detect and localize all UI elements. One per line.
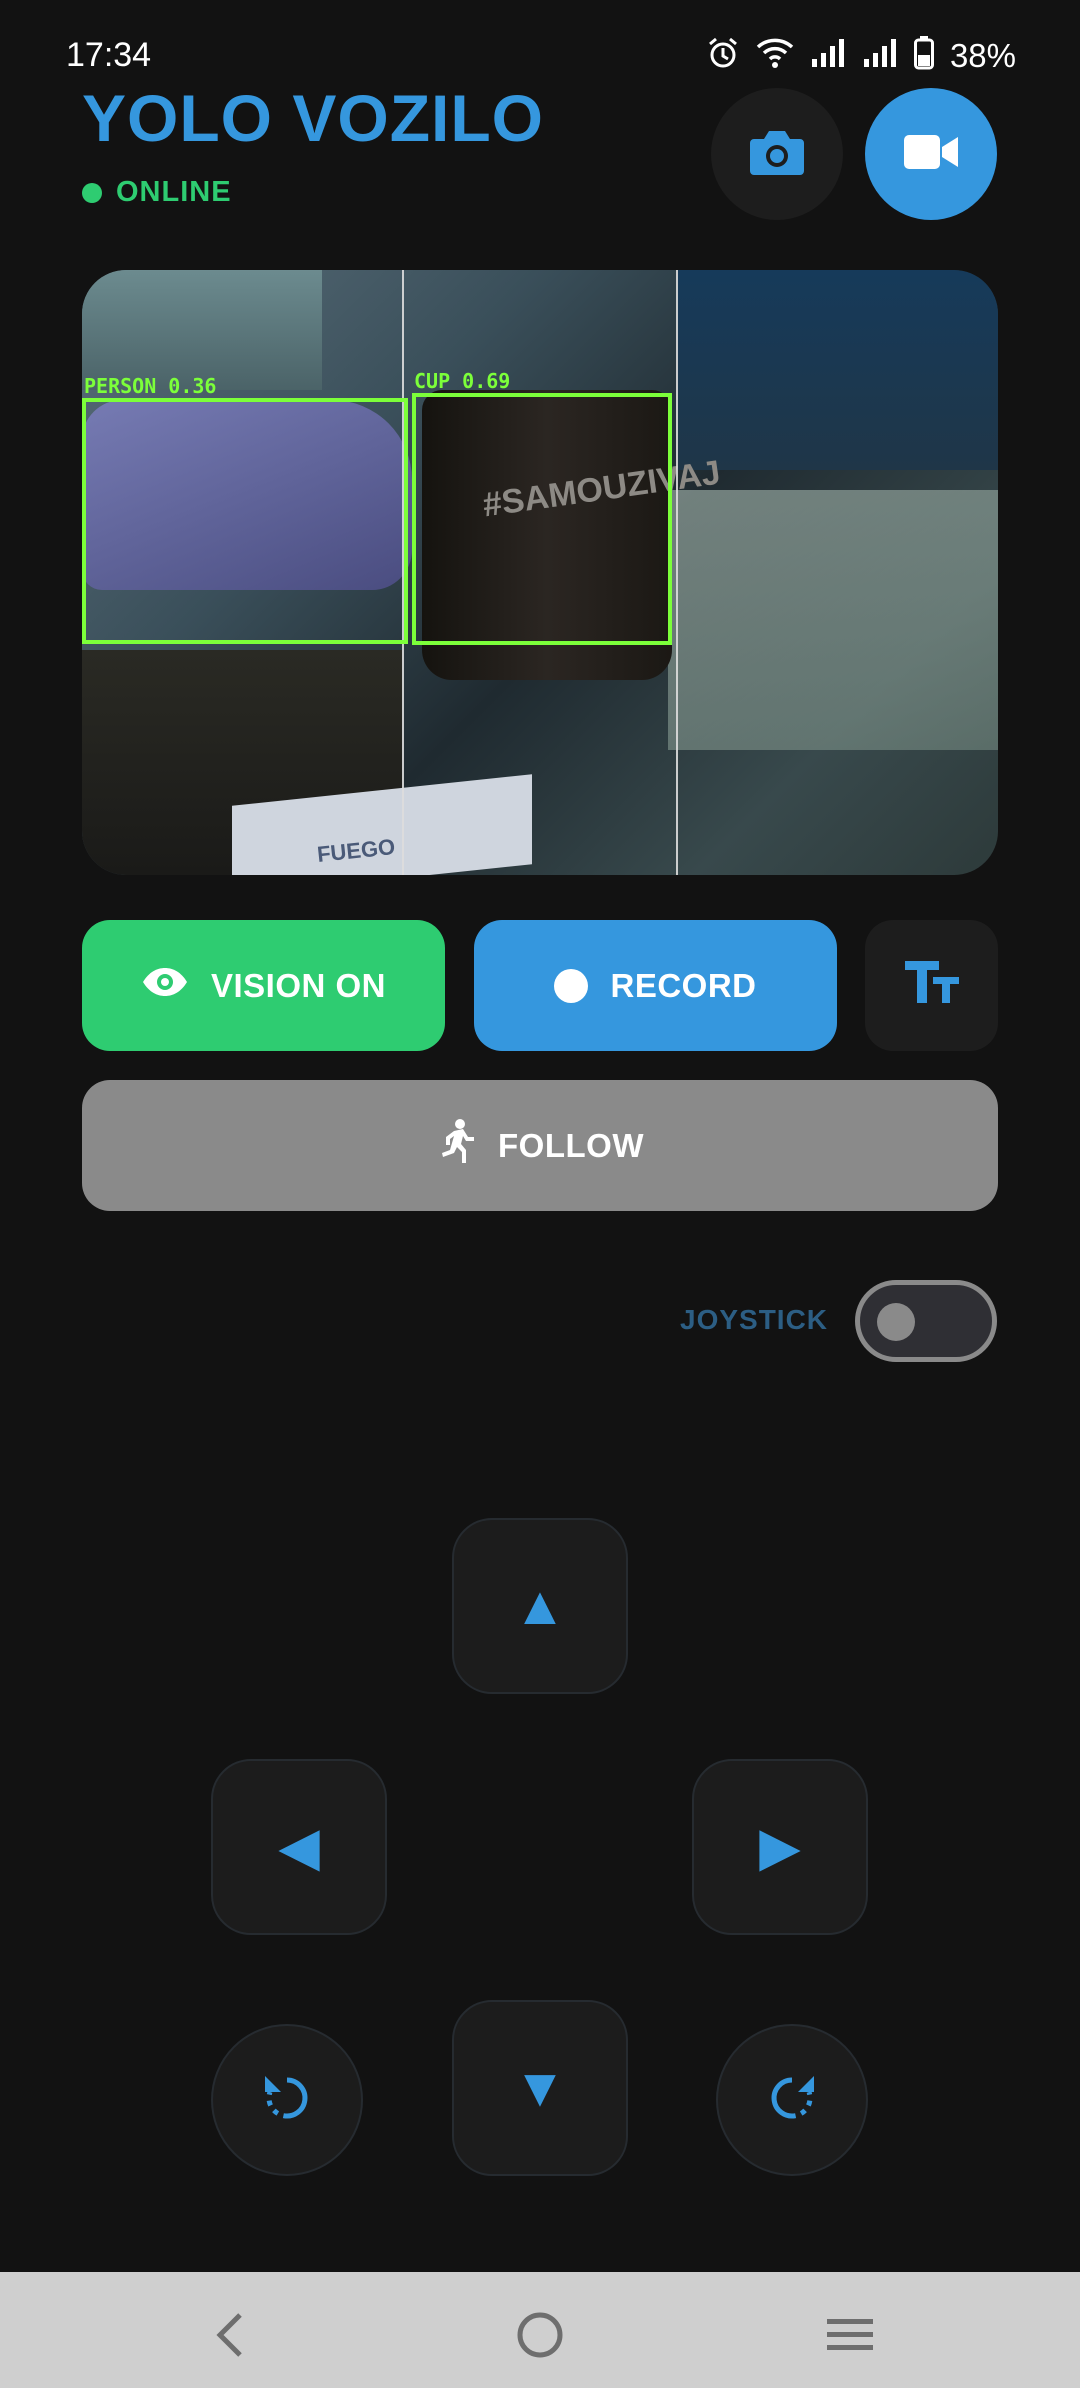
toggle-knob	[877, 1303, 915, 1341]
turn-left-button[interactable]: ◀	[211, 1759, 387, 1935]
text-size-icon	[903, 959, 961, 1013]
video-camera-icon	[904, 133, 958, 176]
vision-label: VISION ON	[210, 966, 387, 1004]
status-time: 17:34	[66, 36, 152, 74]
rotate-right-icon	[764, 2070, 820, 2131]
eye-icon	[141, 966, 189, 1006]
detection-box-person	[82, 398, 408, 644]
detection-label-cup: CUP 0.69	[414, 369, 511, 393]
back-icon[interactable]	[200, 2305, 260, 2365]
record-dot-icon	[554, 968, 589, 1003]
arrow-up-icon: ▲	[513, 1576, 567, 1636]
camera-icon	[748, 127, 806, 182]
move-forward-button[interactable]: ▲	[452, 1518, 628, 1694]
turn-right-button[interactable]: ▶	[692, 1759, 868, 1935]
battery-icon	[913, 36, 934, 75]
alarm-icon	[706, 36, 740, 75]
signal-icon	[862, 37, 898, 74]
running-person-icon	[436, 1118, 476, 1173]
recents-icon[interactable]	[820, 2305, 880, 2365]
home-icon[interactable]	[510, 2305, 570, 2365]
grid-line	[676, 270, 678, 875]
status-label: ONLINE	[116, 176, 232, 208]
app-title: YOLO VOZILO	[82, 81, 545, 155]
record-label: RECORD	[610, 966, 757, 1004]
signal-icon	[810, 37, 846, 74]
take-photo-button[interactable]	[711, 88, 843, 220]
follow-label: FOLLOW	[498, 1126, 644, 1164]
detection-box-cup	[412, 393, 672, 645]
status-icons: 38%	[706, 36, 1016, 75]
status-dot	[82, 182, 102, 203]
wifi-icon	[756, 37, 794, 74]
feed-background	[668, 490, 998, 750]
arrow-right-icon: ▶	[759, 1817, 801, 1877]
arrow-down-icon: ▼	[513, 2058, 567, 2118]
feed-background	[82, 270, 322, 390]
move-backward-button[interactable]: ▼	[452, 2000, 628, 2176]
battery-percent: 38%	[949, 36, 1016, 74]
rotate-left-icon	[259, 2070, 315, 2131]
follow-button[interactable]: FOLLOW	[82, 1080, 998, 1211]
connection-status: ONLINE	[82, 176, 232, 209]
rotate-right-button[interactable]	[716, 2024, 868, 2176]
rotate-left-button[interactable]	[211, 2024, 363, 2176]
video-stream-button[interactable]	[865, 88, 997, 220]
detection-label-person: PERSON 0.36	[84, 374, 217, 398]
record-button[interactable]: RECORD	[474, 920, 837, 1051]
camera-feed[interactable]: #SAMOUZIVAJ FUEGO PERSON 0.36 CUP 0.69	[82, 270, 998, 875]
joystick-label: JOYSTICK	[680, 1304, 829, 1335]
feed-background	[678, 270, 998, 470]
vision-toggle-button[interactable]: VISION ON	[82, 920, 445, 1051]
arrow-left-icon: ◀	[278, 1817, 320, 1877]
joystick-toggle[interactable]	[855, 1280, 997, 1362]
text-size-button[interactable]	[865, 920, 998, 1051]
